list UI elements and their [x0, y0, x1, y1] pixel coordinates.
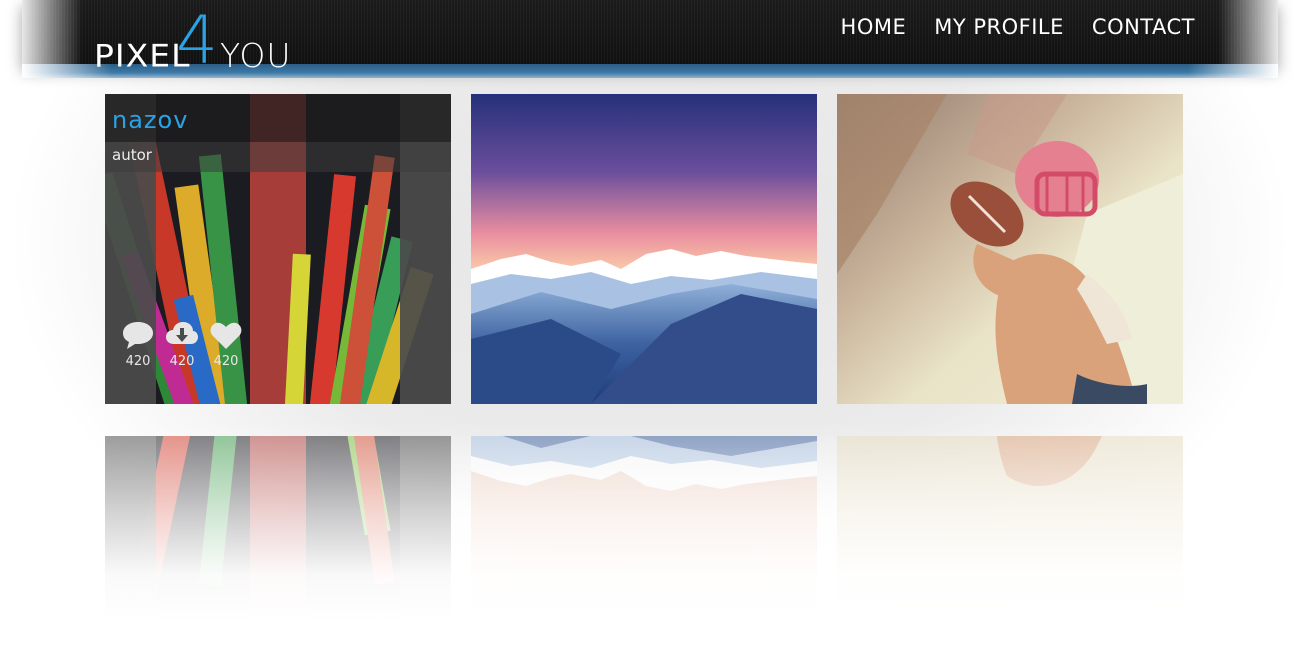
tile-subtitle-band — [105, 142, 451, 172]
tile-image-football-player — [837, 94, 1183, 404]
tile-1-reflection — [105, 436, 451, 646]
gallery-tile-2[interactable] — [471, 94, 817, 404]
downloads-stat[interactable]: 420 — [165, 320, 199, 369]
tile-3-reflection — [837, 436, 1183, 646]
comment-icon — [123, 322, 153, 349]
tile-title[interactable]: nazov — [112, 106, 188, 134]
nav-my-profile[interactable]: MY PROFILE — [934, 15, 1064, 39]
download-cloud-icon — [166, 322, 198, 344]
tile-author[interactable]: autor — [112, 146, 152, 164]
tile-stats: 420 420 420 — [121, 320, 243, 369]
tile-2-reflection — [471, 436, 817, 646]
likes-stat[interactable]: 420 — [209, 320, 243, 369]
gallery-tile-3[interactable] — [837, 94, 1183, 404]
logo-text-you: YOU — [220, 36, 292, 75]
logo-digit: 4 — [176, 2, 219, 79]
main-nav: HOME MY PROFILE CONTACT — [841, 15, 1195, 39]
gallery-tile-1[interactable]: nazov autor 420 420 420 — [105, 94, 451, 404]
likes-count: 420 — [213, 354, 239, 369]
nav-contact[interactable]: CONTACT — [1092, 15, 1195, 39]
heart-icon — [210, 322, 242, 349]
tile-image-mountains — [471, 94, 817, 404]
reflection-bars — [105, 436, 451, 646]
reflection-mountains — [471, 436, 817, 646]
comments-stat[interactable]: 420 — [121, 320, 155, 369]
reflection-football — [837, 436, 1183, 646]
downloads-count: 420 — [169, 354, 195, 369]
comments-count: 420 — [125, 354, 151, 369]
site-logo[interactable]: PIXEL 4 YOU — [94, 2, 294, 79]
nav-home[interactable]: HOME — [841, 15, 907, 39]
